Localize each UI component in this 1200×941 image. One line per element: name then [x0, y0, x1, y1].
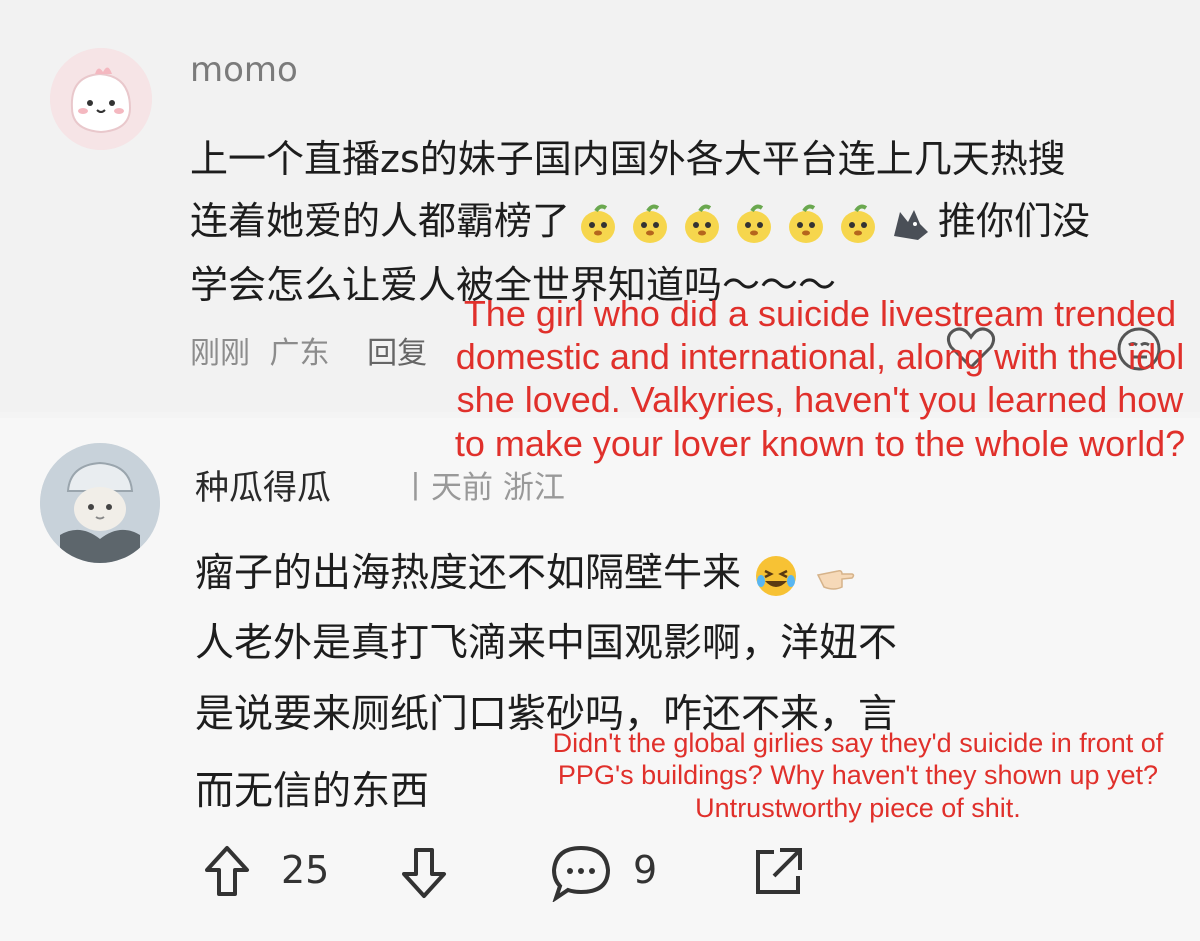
comment-meta: 刚刚 广东 回复: [190, 328, 427, 372]
share-icon[interactable]: [750, 844, 806, 900]
lemon-face-emoji-icon: [633, 204, 668, 243]
comment-text-line: 上一个直播zs的妹子国内国外各大平台连上几天热搜: [190, 137, 1066, 181]
upvote-icon[interactable]: [203, 844, 251, 900]
comment-icon[interactable]: [550, 844, 612, 902]
wolf-emoji-icon: [894, 209, 929, 240]
avatar[interactable]: [40, 443, 160, 563]
upvote-count: 25: [281, 848, 330, 892]
downvote-icon[interactable]: [400, 844, 448, 900]
comment-text-segment: 推你们没: [938, 199, 1091, 243]
pointing-hand-emoji-icon: [816, 569, 855, 590]
username[interactable]: momo: [190, 50, 298, 90]
lemon-face-emoji-icon: [685, 204, 720, 243]
comment-text-segment: 瘤子的出海热度还不如隔壁牛来: [195, 551, 742, 596]
comment-meta: 丨天前 浙江: [400, 470, 565, 506]
emoji-group: [576, 202, 932, 246]
lemon-face-emoji-icon: [789, 204, 824, 243]
comment-text-line: 人老外是真打飞滴来中国观影啊，洋妞不: [195, 621, 898, 666]
lemon-face-emoji-icon: [841, 204, 876, 243]
reply-button[interactable]: 回复: [367, 336, 427, 371]
comment-text-segment: 连着她爱的人都霸榜了: [190, 199, 571, 243]
comment-count: 9: [633, 848, 658, 892]
comment-text-line: 瘤子的出海热度还不如隔壁牛来: [195, 542, 858, 599]
laughing-tears-emoji-icon: [756, 555, 797, 596]
comment-text-line: 连着她爱的人都霸榜了 推你们没: [190, 190, 1090, 246]
username[interactable]: 种瓜得瓜: [195, 460, 331, 509]
comment-text-line: 而无信的东西: [195, 769, 430, 814]
lemon-face-emoji-icon: [737, 204, 772, 243]
translation-overlay: The girl who did a suicide livestream tr…: [454, 293, 1186, 464]
lemon-face-emoji-icon: [581, 204, 616, 243]
translation-overlay: Didn't the global girlies say they'd sui…: [552, 728, 1164, 823]
comment-location: 广东: [269, 336, 330, 371]
comment-action-bar: 25 9: [195, 838, 1095, 914]
avatar[interactable]: [50, 48, 152, 150]
comment-time: 刚刚: [190, 336, 250, 371]
